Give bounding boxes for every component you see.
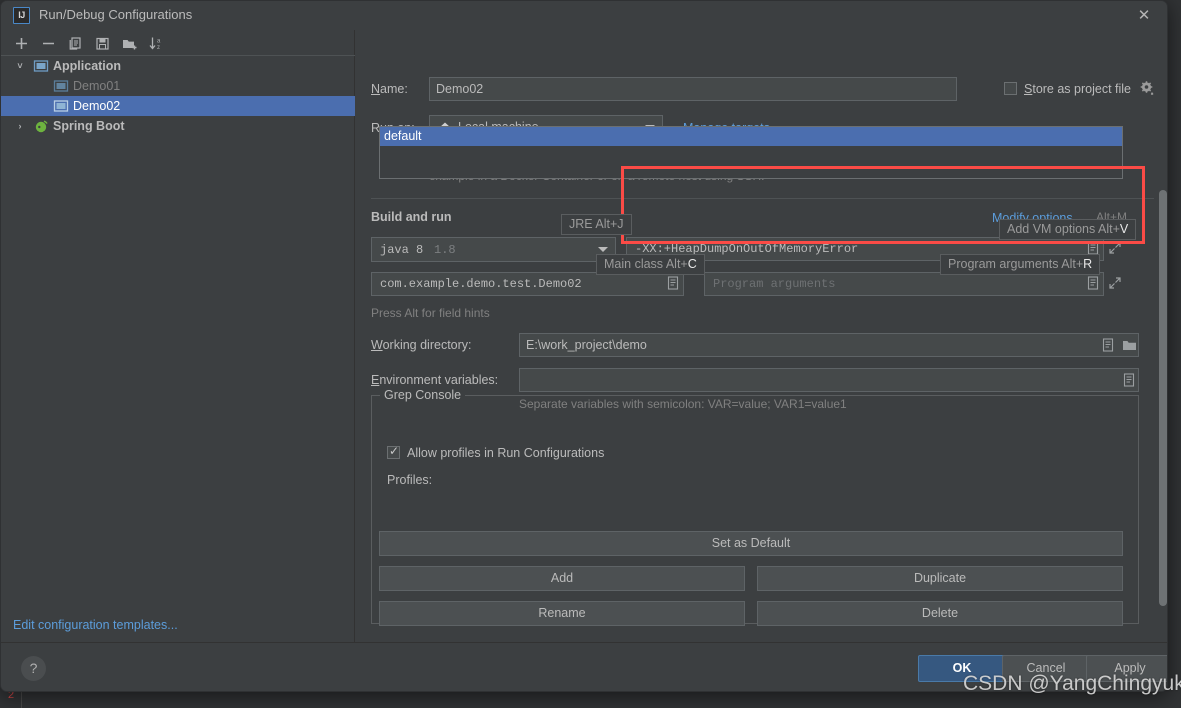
- application-icon: [53, 98, 69, 114]
- store-as-project-file-checkbox[interactable]: [1004, 82, 1017, 95]
- application-icon: [53, 78, 69, 94]
- tree-node-label: Demo01: [73, 79, 121, 93]
- tree-node-demo01[interactable]: Demo01: [1, 76, 355, 96]
- store-as-project-file-label: Store as project file: [1024, 82, 1131, 96]
- program-arguments-hint-key: R: [1083, 257, 1093, 271]
- jre-hint: JRE Alt+J: [561, 214, 632, 235]
- allow-profiles-label: Allow profiles in Run Configurations: [407, 446, 605, 460]
- tree-node-label: Application: [53, 59, 122, 73]
- profiles-list[interactable]: default: [379, 126, 1123, 179]
- working-directory-macro-icon[interactable]: [1101, 338, 1116, 353]
- name-label-rest: ame:: [380, 82, 408, 96]
- chevron-right-icon[interactable]: ›: [13, 116, 27, 136]
- configurations-tree[interactable]: ˅ Application Demo01 Demo02 › Spring Boo…: [1, 56, 355, 642]
- gear-icon[interactable]: [1139, 80, 1155, 101]
- dialog-title: Run/Debug Configurations: [39, 7, 193, 22]
- spring-boot-icon: [33, 118, 49, 134]
- tree-toolbar: a z: [1, 30, 355, 56]
- dialog-title-bar: IJ Run/Debug Configurations ✕: [1, 1, 1167, 30]
- run-debug-configurations-dialog: IJ Run/Debug Configurations ✕ a z ˅ Appl…: [0, 0, 1168, 692]
- environment-variables-input[interactable]: [519, 368, 1139, 392]
- remove-icon[interactable]: [39, 34, 58, 53]
- environment-variables-label-rest: nvironment variables:: [379, 373, 499, 387]
- list-item-empty: [380, 146, 1122, 165]
- configurations-tree-panel: a z ˅ Application Demo01 Demo02 › Spring…: [1, 30, 355, 642]
- form-scrollbar[interactable]: [1159, 190, 1167, 606]
- working-directory-label-rest: orking directory:: [382, 338, 472, 352]
- jre-version: 1.8: [434, 243, 456, 257]
- svg-text:a: a: [157, 39, 161, 45]
- field-hints-note: Press Alt for field hints: [371, 306, 490, 320]
- add-vm-options-hint-key: V: [1119, 222, 1129, 236]
- working-directory-browse-folder-icon[interactable]: [1122, 338, 1137, 353]
- save-icon[interactable]: [93, 34, 112, 53]
- name-label: Name:: [371, 82, 408, 96]
- add-icon[interactable]: [12, 34, 31, 53]
- main-class-hint-text: Main class Alt+: [604, 257, 688, 271]
- working-directory-input[interactable]: E:\work_project\demo: [519, 333, 1139, 357]
- name-label-mnemonic: N: [371, 82, 381, 96]
- help-icon[interactable]: ?: [21, 656, 46, 681]
- list-item[interactable]: default: [380, 127, 1122, 146]
- rename-profile-button[interactable]: Rename: [379, 601, 745, 626]
- build-and-run-title: Build and run: [371, 210, 452, 224]
- environment-variables-macro-icon[interactable]: [1122, 373, 1137, 388]
- profiles-label: Profiles:: [387, 473, 433, 487]
- jre-hint-text: JRE Alt+J: [569, 217, 624, 231]
- tree-node-label: Demo02: [73, 99, 121, 113]
- add-vm-options-hint: Add VM options Alt+V: [999, 219, 1137, 240]
- environment-variables-label: Environment variables:: [371, 373, 498, 387]
- main-class-input[interactable]: com.example.demo.test.Demo02: [371, 272, 684, 296]
- main-class-hint: Main class Alt+C: [596, 254, 705, 275]
- program-arguments-hint: Program arguments Alt+R: [940, 254, 1101, 275]
- grep-console-group-title: Grep Console: [380, 388, 466, 402]
- close-icon[interactable]: ✕: [1127, 5, 1161, 27]
- application-icon: [33, 58, 49, 74]
- tree-node-label: Spring Boot: [53, 119, 125, 133]
- section-divider: [371, 198, 1154, 199]
- copy-icon[interactable]: [66, 34, 85, 53]
- name-input[interactable]: Demo02: [429, 77, 957, 101]
- add-vm-options-hint-text: Add VM options Alt+: [1007, 222, 1120, 236]
- tree-node-application[interactable]: ˅ Application: [1, 56, 355, 76]
- jre-value: java 8: [380, 243, 424, 257]
- tree-node-spring-boot[interactable]: › Spring Boot: [1, 116, 355, 136]
- duplicate-profile-button[interactable]: Duplicate: [757, 566, 1123, 591]
- main-class-browse-icon[interactable]: [666, 276, 681, 291]
- allow-profiles-checkbox[interactable]: [387, 444, 400, 459]
- svg-text:z: z: [157, 45, 160, 51]
- delete-profile-button[interactable]: Delete: [757, 601, 1123, 626]
- watermark: CSDN @YangChingyuk: [963, 672, 1181, 695]
- program-arguments-input[interactable]: Program arguments: [704, 272, 1104, 296]
- tree-node-demo02[interactable]: Demo02: [1, 96, 355, 116]
- main-class-hint-key: C: [687, 257, 697, 271]
- program-arguments-expand-icon[interactable]: [1108, 276, 1123, 291]
- edit-configuration-templates-link[interactable]: Edit configuration templates...: [13, 618, 178, 632]
- set-as-default-button[interactable]: Set as Default: [379, 531, 1123, 556]
- configuration-form-panel: Name: Demo02 Store as project file Run o…: [356, 30, 1167, 642]
- program-arguments-hint-text: Program arguments Alt+: [948, 257, 1084, 271]
- working-directory-mnemonic: W: [371, 338, 383, 352]
- working-directory-label: Working directory:: [371, 338, 472, 352]
- jre-select[interactable]: java 8 1.8: [371, 237, 616, 262]
- add-profile-button[interactable]: Add: [379, 566, 745, 591]
- intellij-logo-icon: IJ: [13, 7, 30, 24]
- chevron-down-icon[interactable]: ˅: [13, 56, 27, 76]
- new-folder-icon[interactable]: [120, 34, 139, 53]
- sort-az-icon[interactable]: a z: [147, 34, 166, 53]
- store-label-rest: tore as project file: [1032, 82, 1132, 96]
- vm-options-expand-icon[interactable]: [1108, 241, 1123, 256]
- program-arguments-macro-icon[interactable]: [1086, 276, 1101, 291]
- chevron-down-icon[interactable]: [598, 247, 608, 252]
